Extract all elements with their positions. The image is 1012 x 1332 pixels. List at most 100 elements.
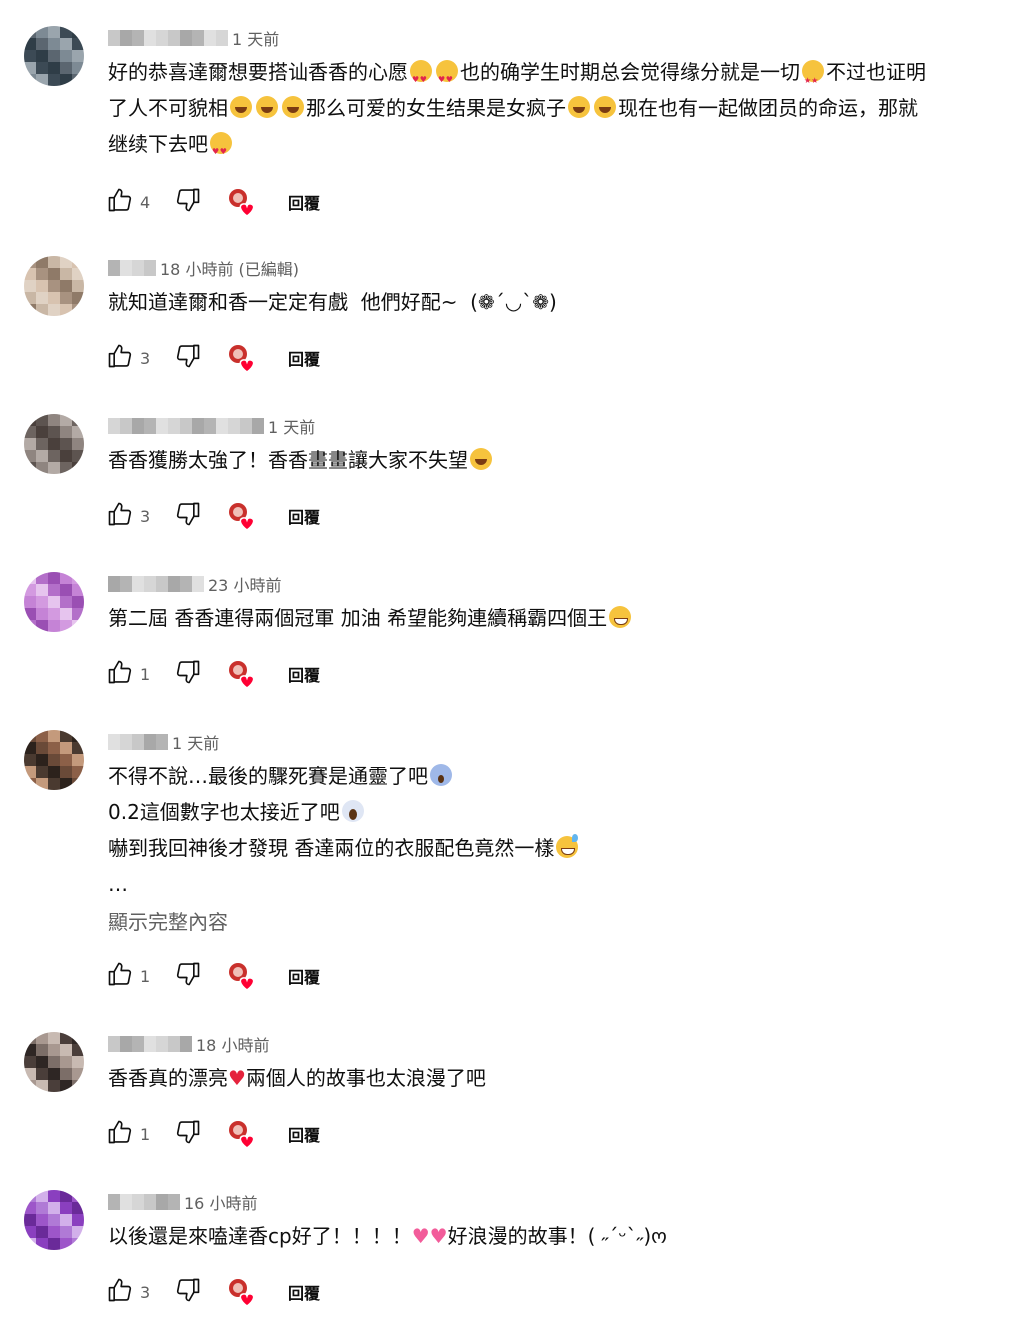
avatar-pixel	[60, 304, 72, 316]
reply-button[interactable]: 回覆	[288, 346, 320, 370]
red-heart-emoji-icon: ♥	[228, 1066, 246, 1090]
dislike-button[interactable]	[172, 186, 204, 218]
dislike-button[interactable]	[172, 658, 204, 690]
avatar-pixel	[24, 438, 36, 450]
author-name-blurred[interactable]	[108, 734, 168, 750]
author-name-blurred[interactable]	[108, 30, 228, 46]
avatar-pixel	[60, 608, 72, 620]
like-button[interactable]	[104, 1276, 136, 1308]
like-button[interactable]	[104, 960, 136, 992]
reply-button[interactable]: 回覆	[288, 1122, 320, 1146]
like-button[interactable]	[104, 500, 136, 532]
avatar-pixel	[48, 1080, 60, 1092]
avatar-pixel	[24, 450, 36, 462]
avatar-pixel	[36, 38, 48, 50]
avatar-pixel	[24, 1056, 36, 1068]
avatar-pixel	[60, 292, 72, 304]
name-blur-block	[192, 576, 204, 592]
avatar[interactable]	[24, 730, 84, 790]
avatar-pixel	[48, 1068, 60, 1080]
avatar-pixel	[60, 1238, 72, 1250]
reply-button[interactable]: 回覆	[288, 964, 320, 988]
avatar-pixel	[48, 572, 60, 584]
comment-text-segment: 好的恭喜達爾想要搭讪香香的心愿	[108, 60, 408, 84]
comment-line: 嚇到我回神後才發現 香達兩位的衣服配色竟然一樣	[108, 830, 928, 866]
like-count: 4	[140, 192, 151, 212]
avatar-pixel	[36, 438, 48, 450]
avatar[interactable]	[24, 572, 84, 632]
author-name-blurred[interactable]	[108, 576, 204, 592]
reply-button[interactable]: 回覆	[288, 504, 320, 528]
name-blur-block	[216, 30, 228, 46]
dislike-button[interactable]	[172, 1276, 204, 1308]
avatar-pixel	[60, 414, 72, 426]
avatar-pixel	[72, 1080, 84, 1092]
comment-text-segment: 0.2這個數字也太接近了吧	[108, 800, 340, 824]
avatar-pixel	[72, 280, 84, 292]
avatar-pixel	[60, 1214, 72, 1226]
creator-heart-icon	[226, 1118, 258, 1150]
avatar-pixel	[36, 1056, 48, 1068]
comment-timestamp[interactable]: 1 天前	[232, 26, 279, 50]
avatar-pixel	[60, 766, 72, 778]
comment-timestamp[interactable]: 18 小時前	[196, 1032, 269, 1056]
comment-timestamp[interactable]: 23 小時前	[208, 572, 281, 596]
name-blur-block	[168, 1036, 180, 1052]
avatar[interactable]	[24, 1032, 84, 1092]
avatar-pixel	[72, 754, 84, 766]
name-blur-block	[132, 1036, 144, 1052]
reply-button[interactable]: 回覆	[288, 190, 320, 214]
reply-button[interactable]: 回覆	[288, 662, 320, 686]
avatar-pixel	[48, 754, 60, 766]
avatar[interactable]	[24, 414, 84, 474]
author-name-blurred[interactable]	[108, 1036, 192, 1052]
comment-text: 以後還是來嗑達香cp好了！！！！♥♥好浪漫的故事！( ˶ˊᵕˋ˶)ო	[108, 1218, 928, 1254]
like-button[interactable]	[104, 1118, 136, 1150]
like-button[interactable]	[104, 658, 136, 690]
avatar-pixel	[24, 730, 36, 742]
dislike-button[interactable]	[172, 500, 204, 532]
reply-button[interactable]: 回覆	[288, 1280, 320, 1304]
avatar-pixel	[48, 268, 60, 280]
comment-text-segment: 也的确学生时期总会觉得缘分就是一切	[460, 60, 800, 84]
avatar-pixel	[24, 26, 36, 38]
name-blur-block	[132, 30, 144, 46]
avatar-pixel	[72, 584, 84, 596]
comment-timestamp[interactable]: 1 天前	[172, 730, 219, 754]
comment-timestamp[interactable]: 16 小時前	[184, 1190, 257, 1214]
name-blur-block	[144, 1036, 156, 1052]
show-more-link[interactable]: 顯示完整內容	[108, 904, 928, 940]
like-button[interactable]	[104, 186, 136, 218]
avatar[interactable]	[24, 1190, 84, 1250]
name-blur-block	[252, 418, 264, 434]
avatar-pixel	[60, 742, 72, 754]
comment-timestamp[interactable]: 1 天前	[268, 414, 315, 438]
avatar[interactable]	[24, 256, 84, 316]
avatar-pixel	[24, 572, 36, 584]
dislike-button[interactable]	[172, 342, 204, 374]
heart-eyes-emoji-icon	[210, 132, 232, 170]
comment-actions: 4 回覆	[104, 186, 320, 218]
avatar-pixel	[72, 1190, 84, 1202]
author-name-blurred[interactable]	[108, 418, 264, 434]
comment-text: 香香獲勝太強了！香香畫畫讓大家不失望	[108, 442, 928, 478]
avatar-pixel	[48, 414, 60, 426]
avatar-pixel	[48, 426, 60, 438]
author-name-blurred[interactable]	[108, 1194, 180, 1210]
comment-timestamp[interactable]: 18 小時前 (已編輯)	[160, 256, 299, 280]
comment-header: 16 小時前	[108, 1190, 257, 1214]
avatar-pixel	[72, 1238, 84, 1250]
avatar[interactable]	[24, 26, 84, 86]
avatar-pixel	[24, 608, 36, 620]
avatar-pixel	[48, 608, 60, 620]
author-name-blurred[interactable]	[108, 260, 156, 276]
like-button[interactable]	[104, 342, 136, 374]
avatar-pixel	[60, 730, 72, 742]
avatar-pixel	[72, 62, 84, 74]
avatar-pixel	[48, 778, 60, 790]
name-blur-block	[168, 576, 180, 592]
avatar-pixel	[24, 426, 36, 438]
dislike-button[interactable]	[172, 960, 204, 992]
avatar-pixel	[60, 38, 72, 50]
dislike-button[interactable]	[172, 1118, 204, 1150]
